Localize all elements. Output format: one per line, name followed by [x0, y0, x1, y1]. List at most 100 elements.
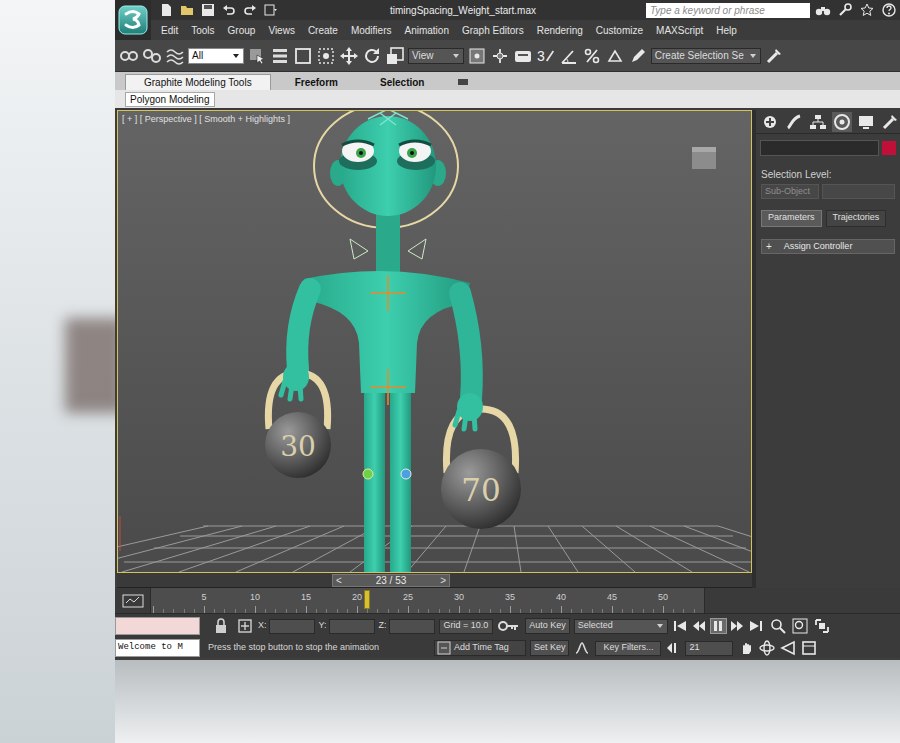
next-frame-button[interactable]: >	[437, 576, 449, 586]
default-tangent-icon[interactable]	[573, 639, 591, 657]
listener-output[interactable]: Welcome to M	[115, 639, 200, 657]
favorites-star-icon[interactable]	[857, 1, 876, 19]
zoom-extents-icon[interactable]	[813, 617, 831, 635]
field-of-view-icon[interactable]	[779, 639, 796, 657]
unlink-icon[interactable]	[142, 46, 162, 66]
menu-item[interactable]: Help	[716, 23, 737, 38]
orbit-icon[interactable]	[758, 639, 775, 657]
angle-snap-icon[interactable]	[559, 46, 579, 66]
zoom-all-icon[interactable]	[791, 617, 809, 635]
app-logo-icon[interactable]	[115, 0, 151, 40]
help-icon[interactable]	[879, 1, 898, 19]
previous-frame-icon[interactable]	[691, 618, 708, 634]
named-selection-set-field[interactable]: Create Selection Se	[651, 48, 761, 64]
pivot-center-icon[interactable]	[467, 46, 487, 66]
menu-item[interactable]: Rendering	[537, 23, 583, 38]
snap-toggle-button[interactable]: 3	[536, 46, 556, 66]
menu-item[interactable]: Graph Editors	[462, 23, 524, 38]
redo-icon[interactable]	[241, 1, 259, 19]
reference-coordinate-dropdown[interactable]: View	[408, 48, 464, 64]
coordinate-field[interactable]	[389, 619, 435, 634]
modify-tab-icon[interactable]	[784, 112, 804, 132]
project-folder-icon[interactable]	[262, 1, 280, 19]
maximize-viewport-icon[interactable]	[800, 639, 817, 657]
hierarchy-tab-icon[interactable]	[808, 112, 828, 132]
object-color-swatch[interactable]	[882, 141, 896, 155]
key-filters-button[interactable]: Key Filters...	[595, 641, 661, 656]
new-file-icon[interactable]	[157, 1, 175, 19]
menu-item[interactable]: Views	[268, 23, 295, 38]
motion-tab-icon[interactable]	[832, 112, 852, 132]
ribbon-tab[interactable]: Graphite Modeling Tools	[125, 74, 271, 90]
menu-item[interactable]: Modifiers	[351, 23, 392, 38]
rotate-icon[interactable]	[362, 46, 382, 66]
previous-frame-button[interactable]: <	[333, 576, 345, 586]
keyboard-shortcut-icon[interactable]	[513, 46, 533, 66]
rollout-toggle[interactable]: +	[766, 242, 772, 252]
object-name-field[interactable]	[760, 140, 879, 156]
window-crossing-icon[interactable]	[316, 46, 336, 66]
key-mode-dropdown[interactable]: Selected	[574, 619, 668, 634]
bind-space-warp-icon[interactable]	[165, 46, 185, 66]
coordinate-field[interactable]	[269, 619, 315, 634]
set-key-button[interactable]: Set Key	[530, 640, 570, 656]
stop-icon[interactable]	[710, 618, 727, 634]
spinner-snap-icon[interactable]	[605, 46, 625, 66]
selection-lock-icon[interactable]	[210, 617, 232, 635]
go-to-end-icon[interactable]	[748, 618, 765, 634]
search-field[interactable]	[646, 3, 810, 18]
communication-center-icon[interactable]	[835, 1, 854, 19]
selection-filter-dropdown[interactable]: All	[188, 48, 244, 64]
ribbon-tab[interactable]: Selection	[362, 74, 442, 90]
go-to-start-icon[interactable]	[672, 618, 689, 634]
auto-key-button[interactable]: Auto Key	[525, 618, 570, 634]
listener-input[interactable]	[115, 617, 200, 635]
ribbon-tab[interactable]: Freeform	[277, 74, 356, 90]
current-frame-marker[interactable]	[364, 590, 370, 609]
menu-item[interactable]: MAXScript	[656, 23, 703, 38]
create-tab-icon[interactable]	[760, 112, 780, 132]
edit-named-selection-icon[interactable]	[628, 46, 648, 66]
next-frame-icon[interactable]	[729, 618, 746, 634]
menu-item[interactable]: Edit	[161, 23, 178, 38]
perspective-viewport[interactable]: 3070[ + ] [ Perspective ] [ Smooth + Hig…	[117, 110, 752, 573]
assign-controller-rollout[interactable]: +Assign Controller	[761, 239, 895, 254]
zoom-icon[interactable]	[769, 617, 787, 635]
mirror-icon[interactable]	[764, 46, 784, 66]
motion-tab[interactable]: Parameters	[761, 210, 822, 227]
menu-item[interactable]: Group	[228, 23, 256, 38]
undo-icon[interactable]	[220, 1, 238, 19]
time-configuration-icon[interactable]	[665, 640, 681, 656]
polygon-modeling-button[interactable]: Polygon Modeling	[125, 92, 215, 107]
ribbon-minimize-icon[interactable]	[458, 74, 470, 90]
select-by-name-icon[interactable]	[270, 46, 290, 66]
scale-icon[interactable]	[385, 46, 405, 66]
absolute-mode-icon[interactable]	[236, 617, 254, 635]
coordinate-field[interactable]	[329, 619, 375, 634]
time-slider-track[interactable]: <23 / 53>	[117, 573, 752, 588]
percent-snap-icon[interactable]	[582, 46, 602, 66]
key-icon[interactable]	[497, 617, 521, 635]
track-bar-ruler[interactable]: 5101520253035404550	[150, 588, 705, 613]
motion-tab[interactable]: Trajectories	[826, 210, 887, 227]
pan-icon[interactable]	[737, 639, 754, 657]
mini-curve-editor-icon[interactable]	[115, 588, 150, 613]
menu-item[interactable]: Tools	[191, 23, 214, 38]
select-and-link-icon[interactable]	[119, 46, 139, 66]
menu-item[interactable]: Create	[308, 23, 338, 38]
menu-item[interactable]: Customize	[596, 23, 643, 38]
move-icon[interactable]	[339, 46, 359, 66]
search-binoculars-icon[interactable]	[813, 1, 832, 19]
current-frame-field[interactable]: 21	[685, 641, 733, 656]
rectangular-region-icon[interactable]	[293, 46, 313, 66]
manipulate-icon[interactable]	[490, 46, 510, 66]
utilities-tab-icon[interactable]	[880, 112, 900, 132]
save-icon[interactable]	[199, 1, 217, 19]
select-object-icon[interactable]	[247, 46, 267, 66]
open-folder-icon[interactable]	[178, 1, 196, 19]
viewport-label[interactable]: [ + ] [ Perspective ] [ Smooth + Highlig…	[122, 113, 290, 127]
add-time-tag-button[interactable]: Add Time Tag	[434, 640, 526, 656]
menu-item[interactable]: Animation	[404, 23, 448, 38]
display-tab-icon[interactable]	[856, 112, 876, 132]
time-slider-thumb[interactable]: <23 / 53>	[332, 574, 450, 587]
